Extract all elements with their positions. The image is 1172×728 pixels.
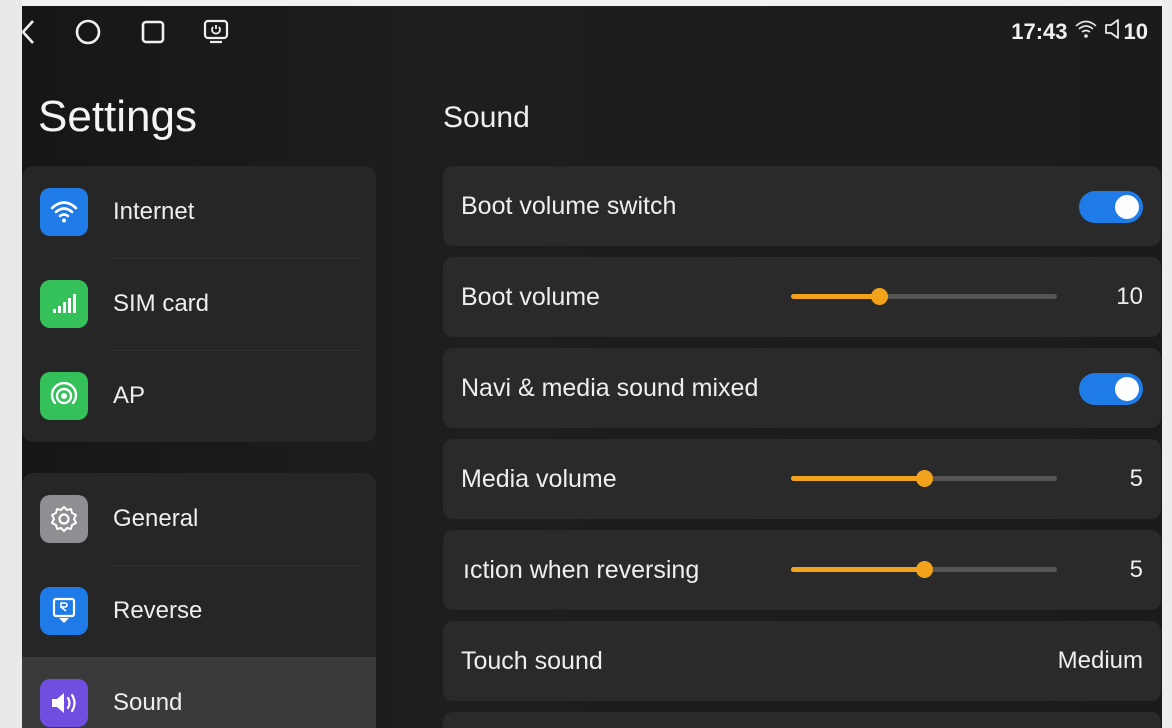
sidebar-item-label: Reverse xyxy=(113,597,203,624)
reverse-camera-icon xyxy=(40,587,88,635)
sidebar-item-label: Internet xyxy=(113,198,195,225)
sidebar-item-reverse[interactable]: Reverse xyxy=(22,565,376,657)
navi-media-mixed-toggle[interactable] xyxy=(1079,373,1143,405)
recent-apps-icon[interactable] xyxy=(137,16,169,48)
sidebar-item-label: AP xyxy=(113,382,146,409)
row-boot-volume-switch: Boot volume switch xyxy=(443,166,1161,246)
reverse-reduction-slider[interactable] xyxy=(791,561,1057,578)
reverse-reduction-value: 5 xyxy=(1129,556,1143,583)
slider-thumb[interactable] xyxy=(870,288,888,305)
row-label: ıction when reversing xyxy=(463,556,700,584)
sidebar-group-connectivity: Internet SIM card AP xyxy=(22,166,376,442)
speaker-icon xyxy=(40,679,88,727)
slider-thumb[interactable] xyxy=(916,561,933,578)
page-title: Settings xyxy=(38,92,197,141)
row-label: Touch sound xyxy=(461,647,603,675)
screen-bezel-right xyxy=(1162,0,1172,728)
hotspot-icon xyxy=(40,372,88,420)
status-bar: 17:43 10 xyxy=(22,6,1162,56)
row-label: Media volume xyxy=(461,465,617,493)
sidebar-item-general[interactable]: General xyxy=(22,473,376,565)
slider-fill xyxy=(791,476,924,481)
row-reduction-when-reversing: ıction when reversing 5 xyxy=(443,530,1161,610)
toggle-knob xyxy=(1115,195,1139,219)
sidebar-item-sim-card[interactable]: SIM card xyxy=(22,258,376,350)
row-media-volume: Media volume 5 xyxy=(443,439,1161,519)
volume-level: 10 xyxy=(1123,19,1148,44)
touch-sound-value: Medium xyxy=(1057,647,1143,674)
sidebar-item-label: General xyxy=(113,505,199,532)
sidebar-group-system: General Reverse Sound xyxy=(22,473,376,728)
slider-fill xyxy=(791,294,879,299)
sidebar-item-sound[interactable]: Sound xyxy=(22,657,376,728)
screen-power-icon[interactable] xyxy=(200,16,232,48)
boot-volume-slider[interactable] xyxy=(791,288,1057,305)
wifi-icon xyxy=(1074,19,1098,45)
sidebar-item-ap[interactable]: AP xyxy=(22,350,376,442)
gear-icon xyxy=(40,495,88,543)
media-volume-value: 5 xyxy=(1129,465,1143,492)
wifi-icon xyxy=(40,188,88,236)
home-icon[interactable] xyxy=(72,16,104,48)
clock: 17:43 xyxy=(1011,19,1068,44)
row-label: Boot volume switch xyxy=(461,192,677,220)
screen-bezel-left xyxy=(0,0,22,728)
toggle-knob xyxy=(1115,377,1139,401)
row-boot-volume: Boot volume 10 xyxy=(443,257,1161,337)
row-label: Boot volume xyxy=(461,283,600,311)
settings-screen: 17:43 10 Settings Internet SIM card AP G… xyxy=(22,6,1162,728)
row-label: Navi & media sound mixed xyxy=(461,374,759,402)
row-navi-media-mixed: Navi & media sound mixed xyxy=(443,348,1161,428)
signal-icon xyxy=(40,280,88,328)
row-touch-sound[interactable]: Touch sound Medium xyxy=(443,621,1161,701)
back-icon[interactable] xyxy=(22,16,44,48)
slider-fill xyxy=(791,567,924,572)
sidebar-item-label: Sound xyxy=(113,689,183,716)
slider-thumb[interactable] xyxy=(916,470,933,487)
row-next-partial xyxy=(443,712,1161,728)
media-volume-slider[interactable] xyxy=(791,470,1057,487)
volume-icon xyxy=(1104,18,1124,46)
section-title: Sound xyxy=(443,101,530,134)
boot-volume-value: 10 xyxy=(1116,283,1143,310)
boot-volume-toggle[interactable] xyxy=(1079,191,1143,223)
sidebar-item-label: SIM card xyxy=(113,290,210,317)
sidebar-item-internet[interactable]: Internet xyxy=(22,166,376,258)
status-indicators: 17:43 10 xyxy=(1011,18,1148,46)
